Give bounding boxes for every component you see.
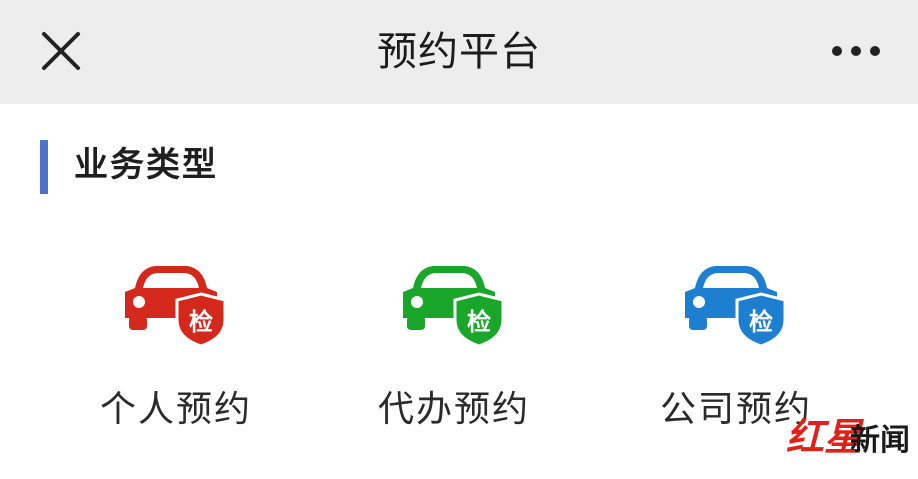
watermark-logo: 红星 新闻	[786, 414, 910, 459]
service-label: 代办预约	[377, 389, 530, 430]
car-inspection-icon: 检	[125, 266, 227, 348]
title-bar: 预约平台	[0, 0, 918, 104]
section-title: 业务类型	[74, 145, 218, 185]
service-personal-booking[interactable]: 检 个人预约	[66, 258, 286, 438]
close-icon[interactable]	[38, 28, 84, 74]
car-inspection-icon: 检	[685, 266, 787, 348]
more-dots-icon[interactable]	[828, 38, 884, 64]
watermark-part2: 新闻	[850, 423, 910, 458]
section-accent-bar	[40, 140, 48, 194]
badge-text: 检	[467, 308, 491, 336]
car-inspection-icon: 检	[403, 266, 505, 348]
service-label: 个人预约	[99, 389, 252, 430]
badge-text: 检	[749, 308, 773, 336]
service-agent-booking[interactable]: 检 代办预约	[344, 258, 564, 438]
page-title: 预约平台	[377, 29, 541, 75]
badge-text: 检	[189, 308, 213, 336]
